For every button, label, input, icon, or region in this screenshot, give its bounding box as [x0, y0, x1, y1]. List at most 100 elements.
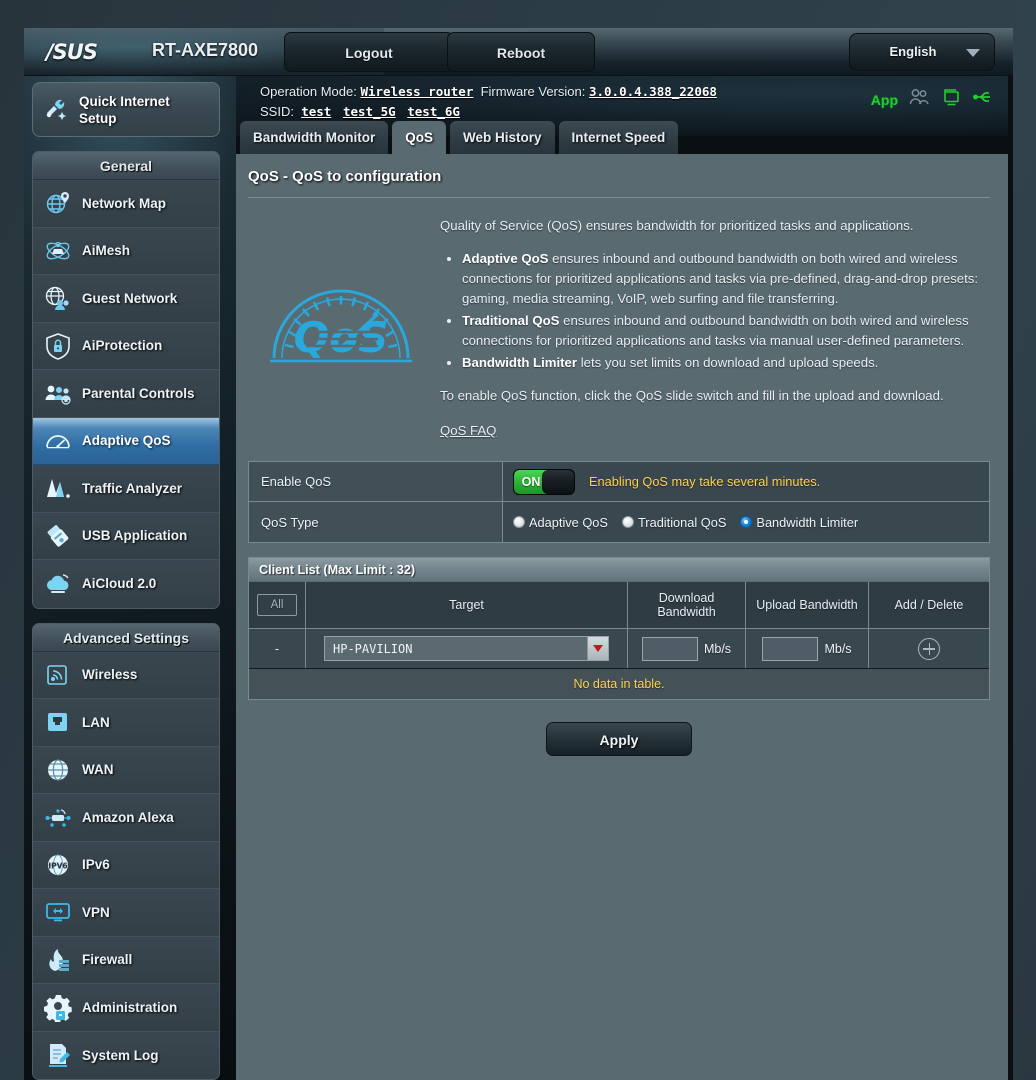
clients-people-icon[interactable]: [909, 88, 929, 111]
qos-speedometer-logo: QoS: [266, 268, 416, 373]
operation-mode-value[interactable]: Wireless router: [360, 84, 473, 99]
ssid-link-5g[interactable]: test_5G: [343, 104, 396, 119]
sidebar-item-label: LAN: [82, 714, 110, 730]
usb-icon[interactable]: [972, 88, 994, 111]
vpn-icon: [43, 897, 73, 927]
bullet-traditional-qos: Traditional QoS ensures inbound and outb…: [462, 311, 986, 351]
sidebar-item-network-map[interactable]: Network Map: [33, 180, 219, 228]
logout-button[interactable]: Logout: [284, 32, 454, 72]
sidebar-item-amazon-alexa[interactable]: Amazon Alexa: [33, 794, 219, 842]
download-bandwidth-input[interactable]: [641, 636, 698, 661]
aimesh-icon: [43, 236, 73, 266]
router-model-name: RT-AXE7800: [152, 40, 259, 60]
sidebar-item-label: Parental Controls: [82, 385, 195, 401]
sidebar-item-aicloud[interactable]: AiCloud 2.0: [33, 560, 219, 608]
parental-controls-icon: [43, 378, 73, 408]
target-selected-value: HP-PAVILION: [333, 641, 413, 656]
enable-qos-value-cell: ON Enabling QoS may take several minutes…: [503, 462, 989, 501]
enable-qos-note: Enabling QoS may take several minutes.: [589, 474, 821, 489]
sidebar-item-administration[interactable]: Administration: [33, 984, 219, 1032]
tab-web-history[interactable]: Web History: [450, 121, 555, 154]
qos-outro: To enable QoS function, click the QoS sl…: [440, 388, 944, 403]
tab-qos[interactable]: QoS: [392, 121, 446, 154]
sidebar-item-label: Administration: [82, 999, 178, 1015]
upload-unit-label: Mb/s: [824, 641, 852, 656]
qos-type-value-cell: Adaptive QoS Traditional QoS Bandwidth L…: [503, 502, 989, 542]
system-info-text: Operation Mode: Wireless router Firmware…: [260, 82, 717, 122]
add-delete-header: Add / Delete: [894, 598, 964, 612]
sidebar-item-ipv6[interactable]: IPV6 IPv6: [33, 841, 219, 889]
sidebar-item-lan[interactable]: LAN: [33, 699, 219, 747]
firmware-value[interactable]: 3.0.0.4.388_22068: [589, 84, 717, 99]
sidebar-item-label: AiCloud 2.0: [82, 576, 157, 592]
usb-drive-icon: [43, 521, 73, 551]
description-section: QoS Quality of Service (QoS) ensures ban…: [236, 198, 1008, 449]
ssid-link-2g[interactable]: test: [301, 104, 331, 119]
bullet-bold-label: Bandwidth Limiter: [462, 355, 578, 370]
app-label[interactable]: App: [871, 92, 898, 108]
upload-bandwidth-header: Upload Bandwidth: [746, 582, 869, 628]
sidebar-item-label: IPv6: [82, 857, 110, 873]
target-dropdown[interactable]: HP-PAVILION: [324, 636, 609, 661]
page-title: QoS - QoS to configuration: [248, 168, 442, 185]
table-row: - HP-PAVILION Mb/s Mb/s: [249, 629, 989, 669]
radio-label: Adaptive QoS: [529, 514, 608, 530]
tab-internet-speed[interactable]: Internet Speed: [558, 121, 679, 154]
system-info-bar: Operation Mode: Wireless router Firmware…: [236, 76, 1008, 154]
radio-traditional-qos[interactable]: Traditional QoS: [621, 515, 726, 530]
qos-type-radio-group: Adaptive QoS Traditional QoS Bandwidth L…: [513, 515, 867, 530]
download-bandwidth-cell: Mb/s: [628, 629, 746, 668]
reboot-button[interactable]: Reboot: [447, 32, 595, 72]
content-area: Operation Mode: Wireless router Firmware…: [236, 76, 1008, 1080]
globe-icon: [43, 755, 73, 785]
enable-qos-toggle[interactable]: ON: [513, 468, 575, 495]
sidebar-item-firewall[interactable]: Firewall: [33, 936, 219, 984]
sidebar-item-usb-application[interactable]: USB Application: [33, 512, 219, 560]
cloud-icon: [43, 569, 73, 599]
radio-bandwidth-limiter[interactable]: Bandwidth Limiter: [740, 515, 858, 530]
monitor-screen-icon[interactable]: [940, 88, 961, 111]
select-all-button[interactable]: All: [257, 594, 297, 616]
wifi-icon: [43, 660, 73, 690]
qos-type-label: QoS Type: [249, 502, 503, 542]
enable-qos-row: Enable QoS ON Enabling QoS may take seve…: [249, 462, 989, 502]
enable-qos-label: Enable QoS: [249, 462, 503, 501]
speedometer-icon: [43, 426, 73, 456]
chevron-down-icon[interactable]: [587, 637, 608, 660]
radio-adaptive-qos[interactable]: Adaptive QoS: [513, 515, 608, 530]
network-map-icon: [43, 188, 73, 218]
bullet-adaptive-qos: Adaptive QoS ensures inbound and outboun…: [462, 249, 986, 309]
quick-internet-setup-button[interactable]: Quick Internet Setup: [32, 82, 220, 137]
tab-bandwidth-monitor[interactable]: Bandwidth Monitor: [240, 121, 389, 154]
ssid-link-6g[interactable]: test_6G: [407, 104, 460, 119]
sidebar-item-system-log[interactable]: System Log: [33, 1031, 219, 1079]
sidebar-item-wan[interactable]: WAN: [33, 746, 219, 794]
qos-faq-link[interactable]: QoS FAQ: [440, 421, 496, 441]
upload-bandwidth-input[interactable]: [762, 636, 819, 661]
empty-table-message: No data in table.: [249, 669, 989, 699]
radio-dot: [513, 516, 525, 528]
sidebar-item-label: Amazon Alexa: [82, 809, 174, 825]
sidebar-item-aimesh[interactable]: AiMesh: [33, 227, 219, 275]
sidebar-item-label: Traffic Analyzer: [82, 480, 183, 496]
sidebar-item-adaptive-qos[interactable]: Adaptive QoS: [33, 417, 219, 465]
sidebar-item-vpn[interactable]: VPN: [33, 889, 219, 937]
qos-intro: Quality of Service (QoS) ensures bandwid…: [440, 218, 914, 233]
language-dropdown[interactable]: English: [849, 33, 995, 71]
client-list-header: Client List (Max Limit : 32): [249, 558, 989, 582]
shield-lock-icon: [43, 331, 73, 361]
apply-button[interactable]: Apply: [546, 722, 692, 756]
sidebar-item-label: Guest Network: [82, 290, 178, 306]
sidebar-item-aiprotection[interactable]: AiProtection: [33, 322, 219, 370]
all-header-cell: All: [249, 582, 306, 628]
sidebar-item-guest-network[interactable]: Guest Network: [33, 275, 219, 323]
qos-feature-list: Adaptive QoS ensures inbound and outboun…: [462, 249, 986, 373]
sidebar-item-traffic-analyzer[interactable]: Traffic Analyzer: [33, 465, 219, 513]
qos-logo-text: QoS: [294, 313, 389, 362]
general-menu-block: General Network Map AiMesh Guest Network…: [32, 151, 220, 609]
sidebar-item-parental-controls[interactable]: Parental Controls: [33, 370, 219, 418]
bullet-bandwidth-limiter: Bandwidth Limiter lets you set limits on…: [462, 353, 986, 373]
sidebar-item-wireless[interactable]: Wireless: [33, 651, 219, 699]
add-client-button[interactable]: [918, 637, 940, 660]
sidebar-item-label: System Log: [82, 1047, 159, 1063]
